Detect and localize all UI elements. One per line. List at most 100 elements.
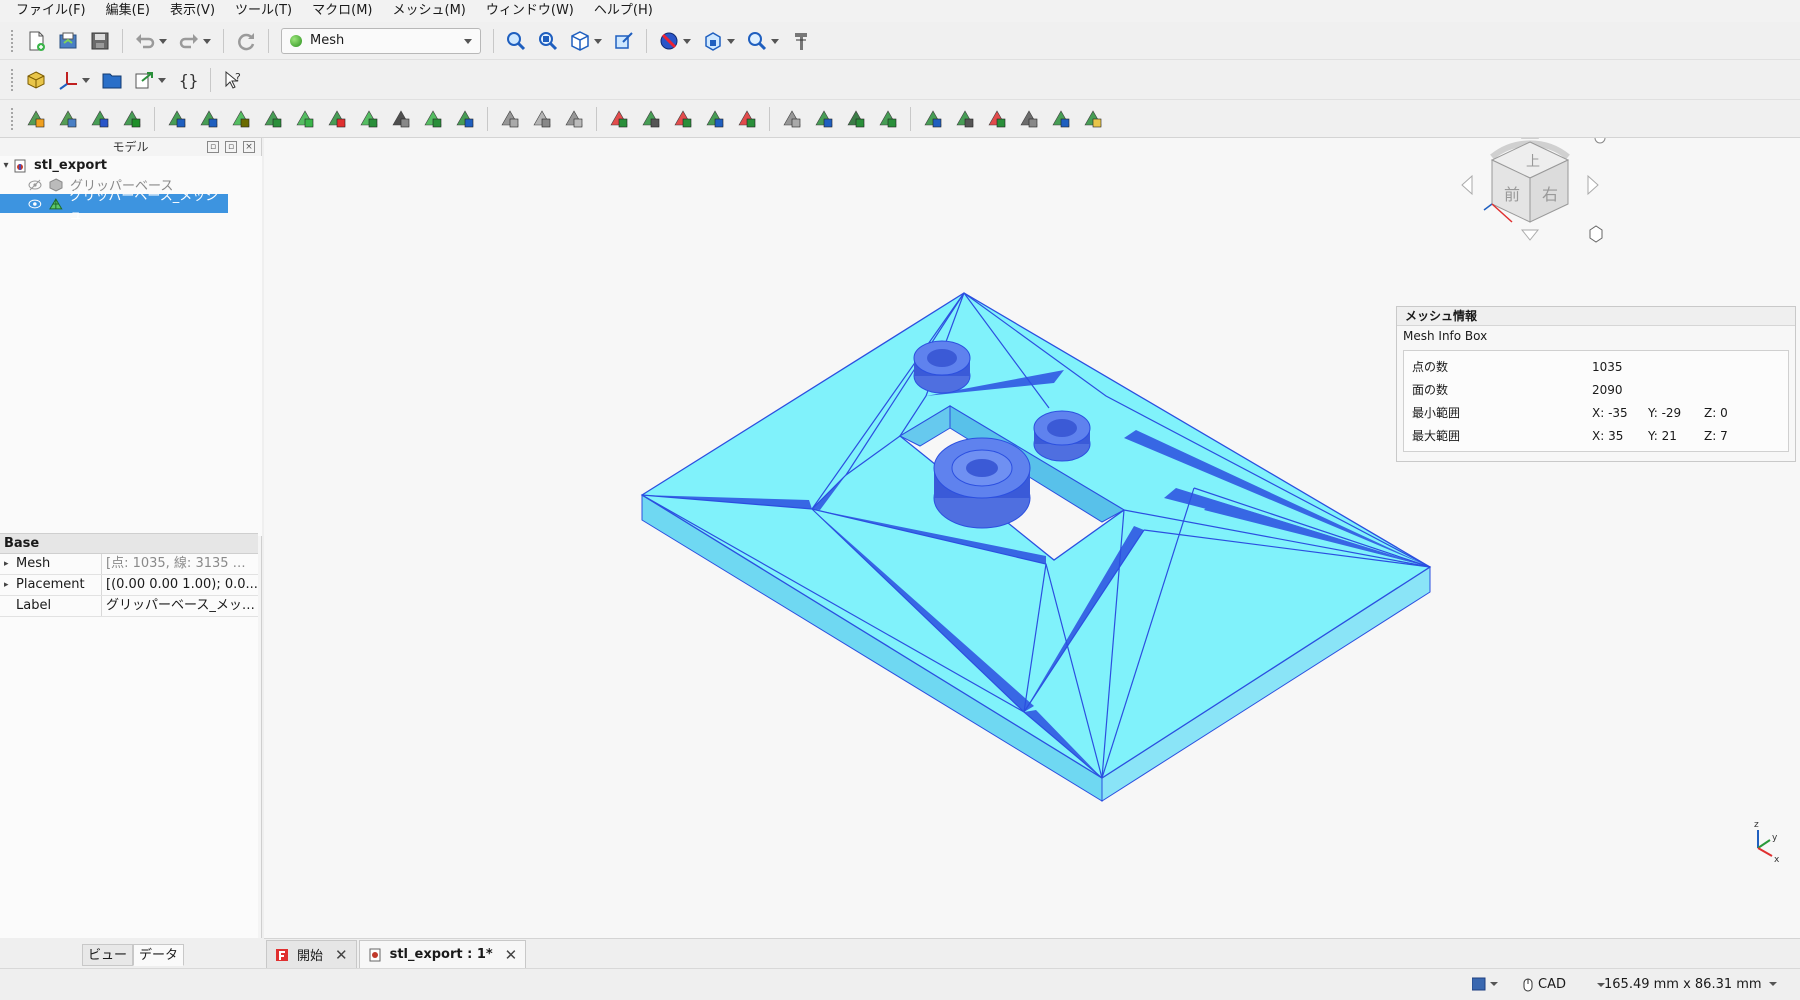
menu-edit[interactable]: 編集(E) (96, 0, 160, 22)
model-panel-label: モデル (112, 140, 149, 154)
menu-window[interactable]: ウィンドウ(W) (476, 0, 584, 22)
intersection-icon[interactable] (528, 105, 556, 133)
toolbar-grip[interactable] (10, 67, 14, 92)
tree-item-mesh[interactable]: グリッパーベース_メッシュ (0, 189, 228, 223)
mesh-info-icon[interactable] (1047, 105, 1075, 133)
eye-icon[interactable] (28, 198, 42, 210)
property-row[interactable]: ▸ Placement [(0.00 0.00 1.00); 0.0... (0, 575, 258, 596)
project-icon[interactable] (951, 105, 979, 133)
smooth-icon[interactable] (419, 105, 447, 133)
info-value: Z: 7 (1704, 428, 1728, 443)
add-triangle-icon[interactable] (291, 105, 319, 133)
decimate-icon[interactable] (778, 105, 806, 133)
union-icon[interactable] (496, 105, 524, 133)
tab-data[interactable]: データ (133, 944, 185, 966)
cross-sections-icon[interactable] (701, 105, 729, 133)
new-document-icon[interactable] (22, 27, 50, 55)
save-icon[interactable] (86, 27, 114, 55)
tab-stl-export[interactable]: stl_export : 1* ✕ (358, 940, 527, 968)
harmonize-normals-icon[interactable] (195, 105, 223, 133)
measure-icon[interactable] (787, 27, 815, 55)
segment-icon[interactable] (387, 105, 415, 133)
zoom-icon[interactable] (743, 27, 783, 55)
mesh-from-shape-icon[interactable] (86, 105, 114, 133)
tab-label: stl_export : 1* (389, 947, 493, 962)
part-icon[interactable] (22, 66, 50, 94)
property-value[interactable]: グリッパーベース_メッシュ (102, 596, 258, 616)
refresh-icon[interactable] (232, 27, 260, 55)
cut-mesh-icon[interactable] (605, 105, 633, 133)
expand-icon[interactable]: ▸ (4, 575, 16, 595)
fill-holes-icon[interactable] (259, 105, 287, 133)
menu-macro[interactable]: マクロ(M) (302, 0, 382, 22)
dimensions-readout: 165.49 mm x 86.31 mm (1604, 977, 1762, 992)
redo-icon[interactable] (175, 27, 215, 55)
color-picker-icon[interactable] (1471, 977, 1500, 995)
section-planes-icon[interactable] (733, 105, 761, 133)
units-dropdown-icon[interactable] (1768, 977, 1778, 992)
close-icon[interactable]: ✕ (335, 946, 348, 964)
curvature-icon[interactable] (842, 105, 870, 133)
menu-view[interactable]: 表示(V) (160, 0, 225, 22)
bounding-box-icon[interactable] (610, 27, 638, 55)
axis-y-label: y (1772, 833, 1778, 843)
stereo-icon[interactable] (655, 27, 695, 55)
info-value: X: 35 (1592, 428, 1624, 443)
difference-icon[interactable] (560, 105, 588, 133)
property-value[interactable]: [(0.00 0.00 1.00); 0.0... (102, 575, 258, 595)
workbench-selector[interactable]: Mesh (281, 27, 481, 54)
std-views-icon[interactable] (699, 27, 739, 55)
tree-document[interactable]: ▾ stl_export (0, 156, 262, 175)
link-icon[interactable] (130, 66, 170, 94)
merge-icon[interactable] (810, 105, 838, 133)
panel-restore-icon[interactable]: ▫ (225, 141, 237, 153)
menu-file[interactable]: ファイル(F) (6, 0, 96, 22)
scale-icon[interactable] (451, 105, 479, 133)
toolbar-grip[interactable] (10, 28, 14, 53)
mesh-solid-icon[interactable] (118, 105, 146, 133)
whats-this-icon[interactable]: ? (219, 66, 247, 94)
chevron-down-icon[interactable]: ▾ (0, 160, 12, 171)
group-folder-icon[interactable] (98, 66, 126, 94)
remove-components-icon[interactable] (323, 105, 351, 133)
draw-style-icon[interactable] (566, 27, 606, 55)
fit-selection-icon[interactable] (534, 27, 562, 55)
menu-mesh[interactable]: メッシュ(M) (383, 0, 476, 22)
menu-help[interactable]: ヘルプ(H) (584, 0, 663, 22)
vertex-icon[interactable] (1015, 105, 1043, 133)
import-mesh-icon[interactable] (22, 105, 50, 133)
mesh-info-title: メッシュ情報 (1397, 307, 1795, 326)
sphere-icon[interactable] (355, 105, 383, 133)
fit-all-icon[interactable] (502, 27, 530, 55)
undo-icon[interactable] (131, 27, 171, 55)
mesh-model[interactable]: 上 前 右 z y x (264, 138, 1800, 938)
tab-start[interactable]: 開始 ✕ (266, 940, 357, 968)
regular-solid-icon[interactable] (1079, 105, 1107, 133)
part-feature-icon (49, 177, 63, 192)
export-mesh-icon[interactable] (54, 105, 82, 133)
menu-tools[interactable]: ツール(T) (225, 0, 302, 22)
close-icon[interactable]: ✕ (505, 946, 518, 964)
open-document-icon[interactable] (54, 27, 82, 55)
eye-hidden-icon[interactable] (28, 179, 42, 191)
close-icon[interactable]: × (243, 141, 255, 153)
flip-normals-icon[interactable] (227, 105, 255, 133)
panel-float-icon[interactable]: ▫ (207, 141, 219, 153)
navigation-cube[interactable]: 上 前 右 (1461, 138, 1606, 243)
trim-mesh-icon[interactable] (637, 105, 665, 133)
property-row[interactable]: ▸ Mesh [点: 1035, 線: 3135 面:... (0, 554, 258, 575)
property-row[interactable]: Label グリッパーベース_メッシュ (0, 596, 258, 617)
property-value[interactable]: [点: 1035, 線: 3135 面:... (102, 554, 258, 574)
axis-icon[interactable] (54, 66, 94, 94)
align-icon[interactable] (874, 105, 902, 133)
evaluate-icon[interactable] (163, 105, 191, 133)
bounding-icon[interactable] (919, 105, 947, 133)
macro-braces-icon[interactable]: {} (174, 66, 202, 94)
toolbar-grip[interactable] (10, 106, 14, 131)
tab-view[interactable]: ビュー (82, 944, 134, 966)
curvature-plot-icon[interactable] (983, 105, 1011, 133)
3d-viewport[interactable]: 上 前 右 z y x メッシュ情報 Mesh Info Box 点の数 103… (264, 138, 1800, 938)
split-mesh-icon[interactable] (669, 105, 697, 133)
expand-icon[interactable]: ▸ (4, 554, 16, 574)
navigation-style-selector[interactable]: CAD (1522, 977, 1606, 992)
